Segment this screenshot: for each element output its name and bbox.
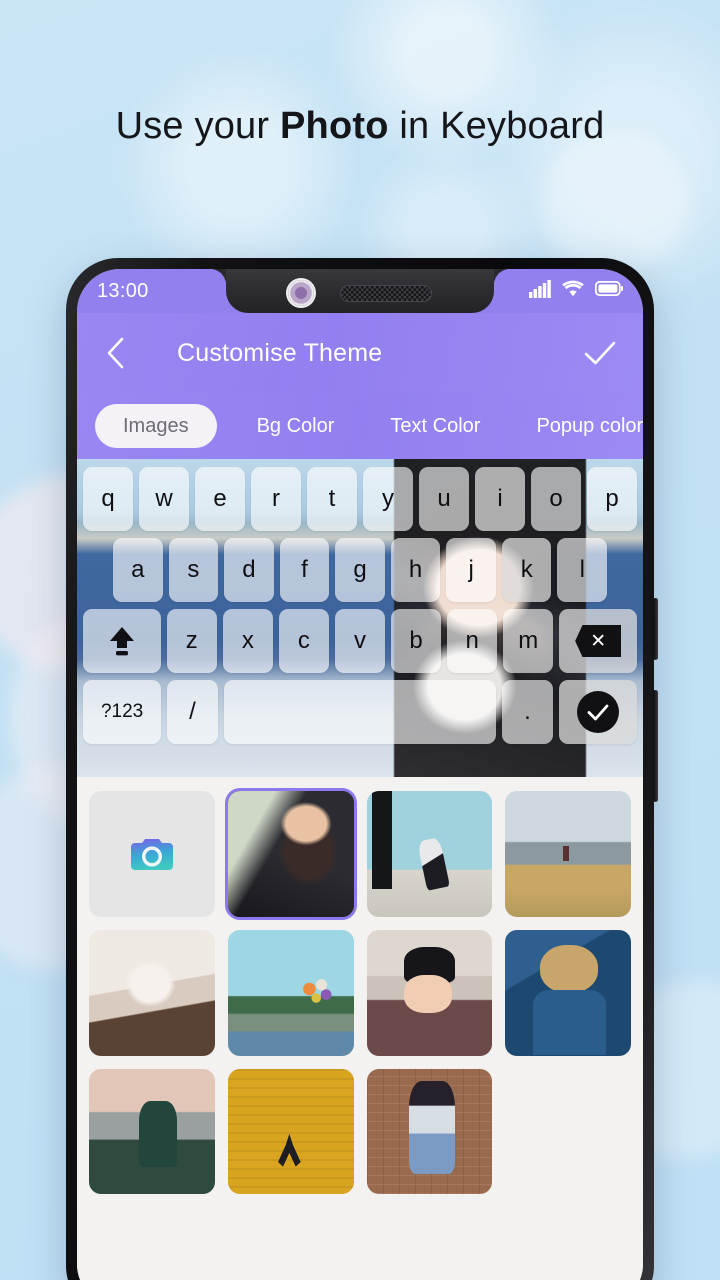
key-w[interactable]: w <box>139 467 189 531</box>
key-a[interactable]: a <box>112 538 163 602</box>
key-t[interactable]: t <box>307 467 357 531</box>
tab-images[interactable]: Images <box>95 404 217 448</box>
tab-popup-color[interactable]: Popup color <box>508 415 643 438</box>
key-i[interactable]: i <box>475 467 525 531</box>
key-symbols[interactable]: ?123 <box>83 680 162 744</box>
thumbnail-image <box>227 1068 354 1195</box>
earpiece-speaker-icon <box>340 284 432 302</box>
phone-notch <box>210 269 510 313</box>
app-bar: Customise Theme <box>77 313 643 393</box>
gallery-item-person-with-umbrella-yellow[interactable] <box>227 1068 354 1195</box>
key-b[interactable]: b <box>391 609 442 673</box>
gallery-item-woman-in-car[interactable] <box>227 791 354 917</box>
chevron-left-icon[interactable] <box>103 336 129 370</box>
gallery-item-man-running-city[interactable] <box>366 791 493 917</box>
key-c[interactable]: c <box>278 609 329 673</box>
status-time: 13:00 <box>97 279 149 302</box>
enter-glyph <box>576 691 619 733</box>
headline-part-2: in Keyboard <box>388 105 605 147</box>
phone-power-button[interactable] <box>653 690 658 802</box>
wifi-icon <box>562 280 584 302</box>
keyboard-rows: q w e r t y u i o p a s d f g h j k l z … <box>77 459 643 757</box>
gallery-item-couple-with-balloons[interactable] <box>227 929 354 1056</box>
thumbnail-image <box>505 791 631 917</box>
key-l[interactable]: l <box>557 538 608 602</box>
headline-part-1: Use your <box>115 105 280 147</box>
image-picker <box>77 777 643 1280</box>
key-h[interactable]: h <box>390 538 441 602</box>
key-space[interactable] <box>223 680 497 744</box>
key-e[interactable]: e <box>195 467 245 531</box>
tab-bg-color[interactable]: Bg Color <box>229 415 363 438</box>
phone-screen: 13:00 Customise Theme Images Bg Color Te… <box>77 269 643 1280</box>
battery-icon <box>594 280 623 301</box>
key-k[interactable]: k <box>501 538 552 602</box>
camera-icon <box>129 834 175 874</box>
key-z[interactable]: z <box>166 609 217 673</box>
thumbnail-image <box>89 929 215 1056</box>
key-v[interactable]: v <box>334 609 386 673</box>
gallery-item-person-on-hillside[interactable] <box>505 791 631 917</box>
status-icons <box>529 279 623 303</box>
keyboard-row-4: ?123 / . <box>83 680 637 744</box>
gallery-item-woman-denim-jacket[interactable] <box>505 929 631 1056</box>
key-slash[interactable]: / <box>167 680 218 744</box>
gallery-item-hands-heart-shape[interactable] <box>89 929 215 1056</box>
headline-emphasis: Photo <box>280 105 389 147</box>
tab-text-color[interactable]: Text Color <box>362 415 508 438</box>
key-r[interactable]: r <box>251 467 301 531</box>
keyboard-row-1: q w e r t y u i o p <box>83 467 637 531</box>
backspace-icon[interactable]: ✕ <box>559 609 637 673</box>
thumbnail-image <box>366 1068 493 1195</box>
key-period[interactable]: . <box>502 680 553 744</box>
thumbnail-image <box>366 791 493 917</box>
key-x[interactable]: x <box>222 609 273 673</box>
backspace-glyph: ✕ <box>575 625 622 657</box>
thumbnail-image <box>227 791 354 917</box>
key-j[interactable]: j <box>446 538 496 602</box>
key-u[interactable]: u <box>419 467 469 531</box>
theme-tab-bar[interactable]: Images Bg Color Text Color Popup color F… <box>77 393 643 459</box>
gallery-item-man-sitting-mountain[interactable] <box>89 1068 215 1195</box>
gallery-item-woman-beanie-scarf[interactable] <box>366 929 493 1056</box>
keyboard-row-2: a s d f g h j k l <box>83 538 637 602</box>
thumbnail-image <box>227 929 354 1056</box>
phone-mockup: 13:00 Customise Theme Images Bg Color Te… <box>66 258 658 1280</box>
keyboard-preview: q w e r t y u i o p a s d f g h j k l z … <box>77 459 643 777</box>
gallery-item-woman-brick-wall[interactable] <box>366 1068 493 1195</box>
signal-icon <box>529 279 551 303</box>
thumbnail-image <box>89 1068 215 1195</box>
key-n[interactable]: n <box>447 609 498 673</box>
key-f[interactable]: f <box>279 538 330 602</box>
phone-volume-button[interactable] <box>653 598 658 660</box>
key-d[interactable]: d <box>224 538 274 602</box>
key-m[interactable]: m <box>503 609 554 673</box>
thumbnail-image <box>366 929 493 1056</box>
shift-icon[interactable] <box>83 609 161 673</box>
key-p[interactable]: p <box>587 467 637 531</box>
check-icon[interactable] <box>583 339 617 367</box>
key-y[interactable]: y <box>363 467 413 531</box>
camera-capture-tile[interactable] <box>89 791 215 917</box>
page-title: Customise Theme <box>177 338 383 367</box>
key-q[interactable]: q <box>83 467 133 531</box>
key-g[interactable]: g <box>335 538 385 602</box>
key-s[interactable]: s <box>168 538 219 602</box>
keyboard-row-3: z x c v b n m ✕ <box>83 609 637 673</box>
key-o[interactable]: o <box>531 467 581 531</box>
image-grid <box>89 791 631 1195</box>
check-enter-icon[interactable] <box>558 680 637 744</box>
front-camera-icon <box>288 280 314 306</box>
promo-headline: Use your Photo in Keyboard <box>0 105 720 148</box>
decorative-petal <box>540 130 690 270</box>
thumbnail-image <box>505 929 631 1056</box>
